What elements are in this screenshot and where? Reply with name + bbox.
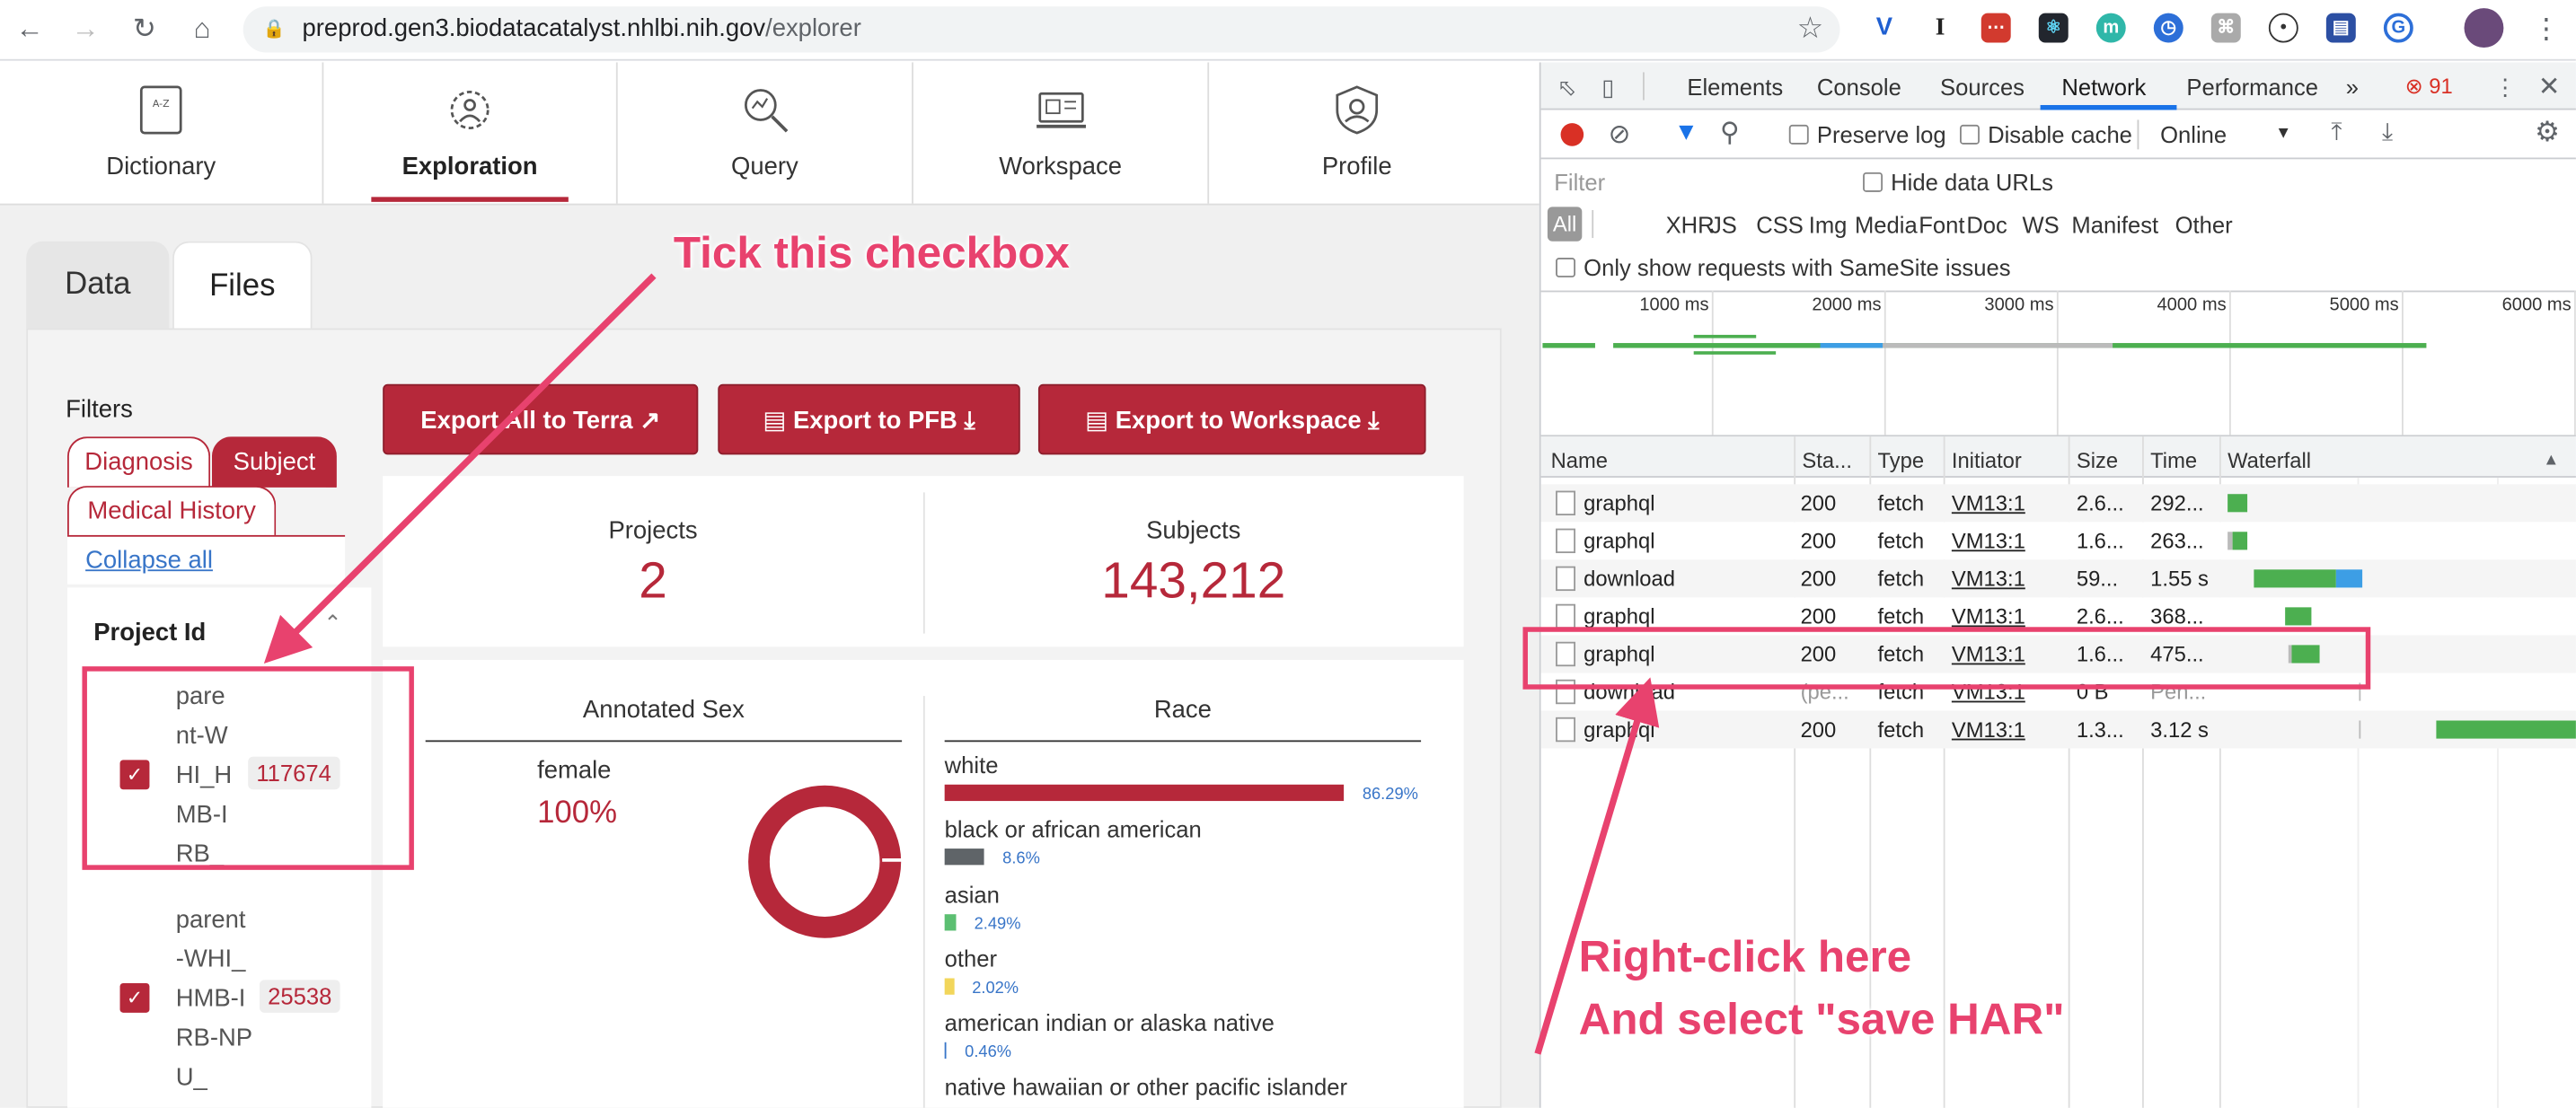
arrow-to-request [1534, 677, 1660, 1055]
annotation-arrows [263, 273, 1660, 1055]
arrow-to-checkbox [263, 273, 657, 664]
